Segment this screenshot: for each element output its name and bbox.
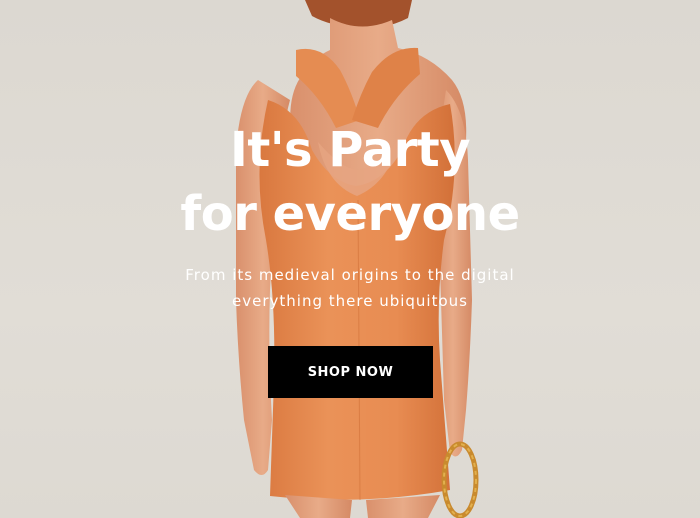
hero-title-line-1: It's Party: [230, 122, 470, 178]
shop-now-button[interactable]: SHOP NOW: [268, 346, 433, 398]
hero-title: It's Party for everyone: [0, 118, 700, 246]
hero-title-line-2: for everyone: [180, 186, 520, 242]
hero-banner: It's Party for everyone From its medieva…: [0, 0, 700, 518]
hero-subtitle: From its medieval origins to the digital…: [185, 266, 515, 310]
hero-text-block: It's Party for everyone From its medieva…: [0, 118, 700, 314]
